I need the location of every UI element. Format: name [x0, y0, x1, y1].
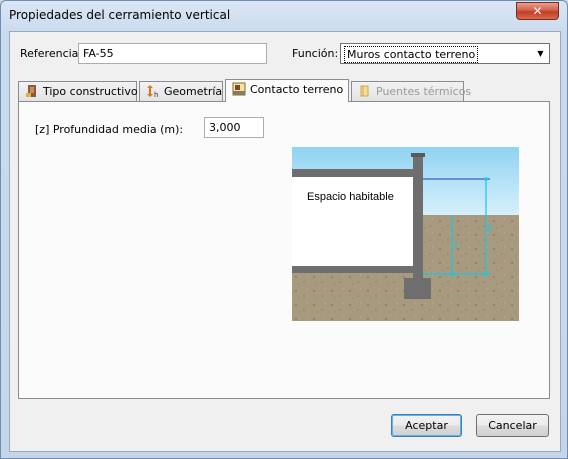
close-icon: ✕	[532, 4, 543, 18]
chevron-down-icon[interactable]: ▼	[532, 44, 549, 63]
wall-icon	[26, 85, 36, 97]
footing	[404, 278, 431, 299]
tab-puentes-termicos[interactable]: Puentes térmicos	[351, 81, 471, 101]
z-label: z	[454, 239, 459, 249]
depth-label: [z] Profundidad media (m):	[35, 123, 184, 136]
title-bar[interactable]: Propiedades del cerramiento vertical ✕	[1, 1, 567, 31]
tab-geometria[interactable]: h Geometría	[139, 81, 223, 101]
referencia-input[interactable]: FA-55	[78, 43, 267, 64]
dialog-body: Referencia: FA-55 Función: Muros contact…	[9, 31, 561, 452]
accept-button[interactable]: Aceptar	[391, 414, 462, 437]
funcion-select[interactable]: Muros contacto terreno ▼	[340, 43, 550, 64]
dialog-window: Propiedades del cerramiento vertical ✕ R…	[0, 0, 568, 459]
tab-contacto-terreno[interactable]: Contacto terreno	[225, 79, 349, 102]
tab-label: Contacto terreno	[250, 83, 344, 96]
retaining-wall	[413, 153, 423, 279]
tab-label: Puentes térmicos	[376, 85, 472, 98]
h-label: h	[488, 223, 493, 233]
ground-contact-diagram: Espacio habitable z h	[292, 147, 519, 321]
tab-label: Geometría	[164, 85, 223, 98]
skylight-frame	[411, 153, 425, 157]
tab-tipo-constructivo[interactable]: Tipo constructivo	[18, 81, 138, 101]
tab-label: Tipo constructivo	[43, 85, 138, 98]
thermal-bridge-icon	[360, 85, 369, 97]
tab-panel-contacto-terreno: [z] Profundidad media (m): 3,000 Espacio…	[18, 101, 550, 399]
floor-slab	[292, 266, 413, 273]
height-icon: h	[147, 85, 158, 98]
close-button[interactable]: ✕	[516, 2, 559, 20]
roof-slab	[292, 169, 423, 177]
funcion-selected-value: Muros contacto terreno	[344, 46, 479, 63]
terrain-icon	[232, 82, 246, 96]
window-title: Propiedades del cerramiento vertical	[9, 8, 231, 22]
depth-input[interactable]: 3,000	[204, 117, 264, 138]
referencia-label: Referencia:	[20, 47, 83, 60]
cancel-button[interactable]: Cancelar	[476, 414, 549, 437]
room-label: Espacio habitable	[307, 191, 394, 203]
funcion-label: Función:	[292, 47, 339, 60]
svg-text:h: h	[154, 91, 158, 98]
